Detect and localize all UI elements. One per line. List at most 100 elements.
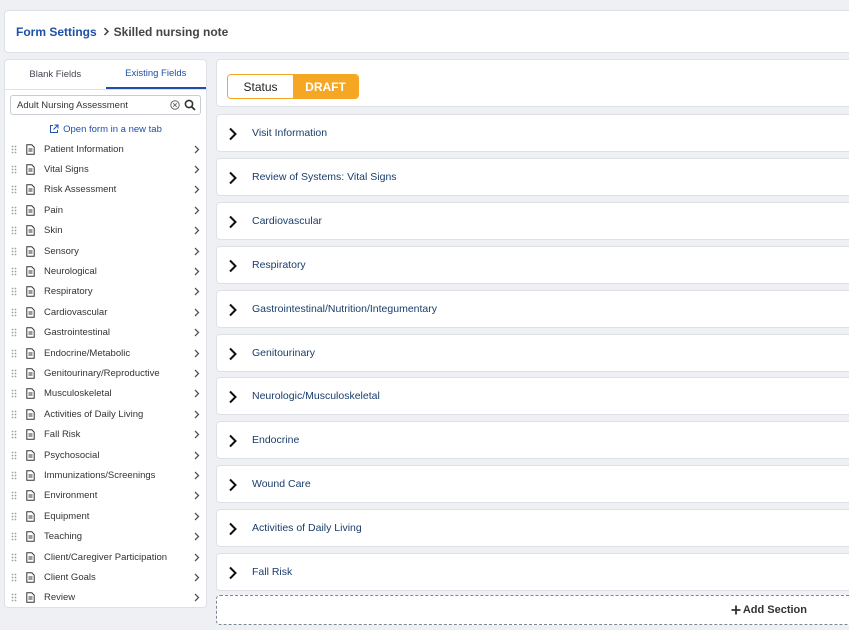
field-group-item[interactable]: Neurological (5, 261, 206, 281)
open-form-link[interactable]: Open form in a new tab (5, 123, 206, 135)
drag-handle-icon[interactable] (11, 247, 19, 256)
field-group-item[interactable]: Musculoskeletal (5, 384, 206, 404)
chevron-right-icon[interactable] (228, 522, 238, 536)
chevron-right-icon[interactable] (194, 553, 200, 562)
drag-handle-icon[interactable] (11, 267, 19, 276)
chevron-right-icon[interactable] (228, 259, 238, 273)
drag-handle-icon[interactable] (11, 308, 19, 317)
chevron-right-icon[interactable] (194, 226, 200, 235)
chevron-right-icon[interactable] (194, 247, 200, 256)
field-group-item[interactable]: Pain (5, 200, 206, 220)
drag-handle-icon[interactable] (11, 206, 19, 215)
form-section[interactable]: Endocrine (216, 421, 849, 459)
drag-handle-icon[interactable] (11, 573, 19, 582)
chevron-right-icon[interactable] (194, 328, 200, 337)
drag-handle-icon[interactable] (11, 185, 19, 194)
drag-handle-icon[interactable] (11, 349, 19, 358)
form-section[interactable]: Gastrointestinal/Nutrition/Integumentary (216, 290, 849, 328)
drag-handle-icon[interactable] (11, 553, 19, 562)
chevron-right-icon[interactable] (194, 145, 200, 154)
drag-handle-icon[interactable] (11, 471, 19, 480)
drag-handle-icon[interactable] (11, 328, 19, 337)
drag-handle-icon[interactable] (11, 593, 19, 602)
drag-handle-icon[interactable] (11, 287, 19, 296)
chevron-right-icon[interactable] (228, 303, 238, 317)
chevron-right-icon[interactable] (194, 410, 200, 419)
clear-icon[interactable] (170, 100, 180, 110)
chevron-right-icon[interactable] (194, 573, 200, 582)
chevron-right-icon[interactable] (194, 267, 200, 276)
chevron-right-icon[interactable] (228, 215, 238, 229)
status-badge[interactable]: Status DRAFT (227, 74, 359, 99)
drag-handle-icon[interactable] (11, 491, 19, 500)
drag-handle-icon[interactable] (11, 369, 19, 378)
chevron-right-icon[interactable] (194, 369, 200, 378)
field-group-item[interactable]: Genitourinary/Reproductive (5, 363, 206, 383)
chevron-right-icon[interactable] (194, 287, 200, 296)
chevron-right-icon[interactable] (194, 389, 200, 398)
field-group-item[interactable]: Client/Caregiver Participation (5, 547, 206, 567)
chevron-right-icon[interactable] (194, 471, 200, 480)
tab-existing-fields[interactable]: Existing Fields (105, 60, 206, 89)
tab-blank-fields[interactable]: Blank Fields (5, 60, 106, 89)
chevron-right-icon[interactable] (194, 430, 200, 439)
field-group-item[interactable]: Immunizations/Screenings (5, 465, 206, 485)
field-group-item[interactable]: Activities of Daily Living (5, 404, 206, 424)
form-section[interactable]: Fall Risk (216, 553, 849, 591)
chevron-right-icon[interactable] (194, 512, 200, 521)
form-section[interactable]: Genitourinary (216, 334, 849, 372)
chevron-right-icon[interactable] (194, 532, 200, 541)
field-group-item[interactable]: Gastrointestinal (5, 323, 206, 343)
drag-handle-icon[interactable] (11, 532, 19, 541)
chevron-right-icon[interactable] (228, 347, 238, 361)
field-group-item[interactable]: Respiratory (5, 282, 206, 302)
chevron-right-icon[interactable] (228, 434, 238, 448)
form-section[interactable]: Cardiovascular (216, 202, 849, 240)
chevron-right-icon[interactable] (194, 491, 200, 500)
field-group-item[interactable]: Environment (5, 486, 206, 506)
form-section[interactable]: Neurologic/Musculoskeletal (216, 377, 849, 415)
chevron-right-icon[interactable] (194, 206, 200, 215)
drag-handle-icon[interactable] (11, 410, 19, 419)
search-input[interactable] (17, 99, 170, 111)
chevron-right-icon[interactable] (194, 165, 200, 174)
field-group-item[interactable]: Review (5, 588, 206, 607)
field-group-item[interactable]: Psychosocial (5, 445, 206, 465)
form-section[interactable]: Respiratory (216, 246, 849, 284)
chevron-right-icon[interactable] (228, 127, 238, 141)
field-group-item[interactable]: Cardiovascular (5, 302, 206, 322)
drag-handle-icon[interactable] (11, 430, 19, 439)
field-group-item[interactable]: Endocrine/Metabolic (5, 343, 206, 363)
chevron-right-icon[interactable] (228, 390, 238, 404)
chevron-right-icon[interactable] (194, 451, 200, 460)
chevron-right-icon[interactable] (228, 171, 238, 185)
form-section[interactable]: Activities of Daily Living (216, 509, 849, 547)
search-icon[interactable] (184, 99, 196, 111)
field-group-item[interactable]: Skin (5, 221, 206, 241)
chevron-right-icon[interactable] (228, 566, 238, 580)
chevron-right-icon[interactable] (194, 308, 200, 317)
drag-handle-icon[interactable] (11, 165, 19, 174)
chevron-right-icon[interactable] (194, 185, 200, 194)
field-group-item[interactable]: Patient Information (5, 139, 206, 159)
form-section[interactable]: Review of Systems: Vital Signs (216, 158, 849, 196)
drag-handle-icon[interactable] (11, 451, 19, 460)
field-group-item[interactable]: Equipment (5, 506, 206, 526)
field-group-item[interactable]: Vital Signs (5, 159, 206, 179)
chevron-right-icon[interactable] (194, 593, 200, 602)
field-group-item[interactable]: Client Goals (5, 567, 206, 587)
drag-handle-icon[interactable] (11, 512, 19, 521)
chevron-right-icon[interactable] (228, 478, 238, 492)
field-group-item[interactable]: Sensory (5, 241, 206, 261)
field-group-item[interactable]: Fall Risk (5, 424, 206, 444)
add-section-button[interactable]: Add Section (216, 595, 849, 625)
drag-handle-icon[interactable] (11, 389, 19, 398)
drag-handle-icon[interactable] (11, 226, 19, 235)
chevron-right-icon[interactable] (194, 349, 200, 358)
form-section[interactable]: Visit Information (216, 114, 849, 152)
field-group-item[interactable]: Risk Assessment (5, 180, 206, 200)
form-section[interactable]: Wound Care (216, 465, 849, 503)
field-group-item[interactable]: Teaching (5, 526, 206, 546)
drag-handle-icon[interactable] (11, 145, 19, 154)
breadcrumb-link-form-settings[interactable]: Form Settings (16, 25, 97, 39)
